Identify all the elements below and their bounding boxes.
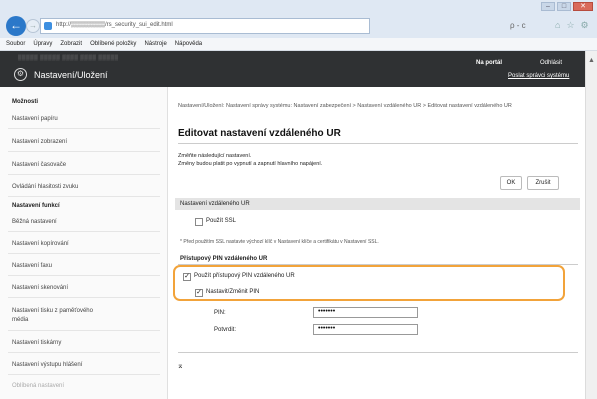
menu-edit[interactable]: Úpravy: [33, 41, 52, 47]
sidebar-item-report[interactable]: Nastavení výstupu hlášení: [0, 362, 168, 368]
breadcrumb: Nastavení/Uložení: Nastavení správy syst…: [178, 103, 512, 109]
set-pin-label: Nastavit/Změnit PIN: [206, 289, 260, 295]
divider: [178, 352, 578, 353]
mail-admin-link[interactable]: Poslat správci systému: [508, 73, 569, 79]
divider: [8, 151, 160, 152]
pin-input[interactable]: •••••••: [313, 307, 418, 318]
cancel-button[interactable]: Zrušit: [527, 176, 559, 190]
settings-icon: ⚙: [14, 68, 27, 81]
instruction-text: Změňte následující nastavení.: [178, 153, 252, 159]
sidebar-item-scan[interactable]: Nastavení skenování: [0, 285, 168, 291]
restart-note: Změny budou platit po vypnutí a zapnutí …: [178, 161, 323, 167]
menu-favorites[interactable]: Oblíbené položky: [90, 41, 136, 47]
home-icon[interactable]: ⌂: [555, 20, 560, 31]
page-title: Editovat nastavení vzdáleného UR: [178, 128, 341, 139]
favicon-icon: [44, 22, 52, 30]
browser-navbar: ← → http://▒▒▒▒▒▒▒▒/rs_security_sui_edit…: [0, 14, 597, 38]
divider: [8, 374, 160, 375]
divider: [8, 297, 160, 298]
sidebar-item-volume[interactable]: Ovládání hlasitosti zvuku: [0, 184, 168, 190]
divider: [8, 128, 160, 129]
menu-help[interactable]: Nápověda: [175, 41, 202, 47]
sidebar-heading-options: Možnosti: [12, 99, 38, 105]
divider: [178, 143, 578, 144]
sidebar: Možnosti Nastavení papíru Nastavení zobr…: [0, 87, 168, 399]
scroll-up-icon[interactable]: ▲: [588, 57, 595, 64]
use-pin-label: Použít přístupový PIN vzdáleného UR: [194, 273, 295, 279]
sidebar-item-copy[interactable]: Nastavení kopírování: [0, 241, 168, 247]
sidebar-item-media-print[interactable]: Nastavení tisku z paměťového média: [0, 307, 110, 325]
maximize-icon[interactable]: □: [557, 2, 571, 11]
address-bar[interactable]: http://▒▒▒▒▒▒▒▒/rs_security_sui_edit.htm…: [40, 18, 370, 34]
sidebar-item-display[interactable]: Nastavení zobrazení: [0, 139, 168, 145]
highlight-outline: [173, 265, 565, 301]
divider: [8, 352, 160, 353]
browser-menubar: Soubor Úpravy Zobrazit Oblíbené položky …: [0, 38, 597, 51]
favorites-star-icon[interactable]: ☆: [566, 20, 574, 31]
confirm-pin-input[interactable]: •••••••: [313, 324, 418, 335]
divider: [8, 253, 160, 254]
confirm-pin-label: Potvrdit:: [214, 327, 237, 333]
sidebar-item-common[interactable]: Běžná nastavení: [0, 219, 168, 225]
close-icon[interactable]: ✕: [573, 2, 593, 11]
menu-file[interactable]: Soubor: [6, 41, 25, 47]
forward-arrow-icon[interactable]: →: [26, 19, 40, 33]
app-header: ▒▒▒▒▒ ▒▒▒▒▒ ▒▒▒▒ ▒▒▒▒ ▒▒▒▒▒ ⚙ Nastavení/…: [0, 51, 585, 87]
divider: [8, 174, 160, 175]
logout-link[interactable]: Odhlásit: [540, 60, 562, 66]
sidebar-item-paper[interactable]: Nastavení papíru: [0, 116, 168, 122]
divider: [8, 196, 160, 197]
back-arrow-icon[interactable]: ←: [6, 16, 26, 36]
menu-tools[interactable]: Nástroje: [144, 41, 166, 47]
sidebar-item-timer[interactable]: Nastavení časovače: [0, 162, 168, 168]
page-section-title: Nastavení/Uložení: [34, 70, 108, 80]
ok-button[interactable]: OK: [500, 176, 522, 190]
address-url: http://▒▒▒▒▒▒▒▒/rs_security_sui_edit.htm…: [56, 22, 173, 28]
sidebar-item-favorites[interactable]: Oblíbená nastavení: [0, 383, 168, 389]
page-scrollbar[interactable]: ▲: [585, 51, 597, 399]
minimize-icon[interactable]: –: [541, 2, 555, 11]
ssl-note: * Před použitím SSL nastavte výchozí klí…: [180, 239, 379, 245]
sidebar-item-fax[interactable]: Nastavení faxu: [0, 263, 168, 269]
use-ssl-checkbox[interactable]: [195, 218, 203, 226]
header-blurred-text: ▒▒▒▒▒ ▒▒▒▒▒ ▒▒▒▒ ▒▒▒▒ ▒▒▒▒▒: [18, 55, 119, 61]
settings-gear-icon[interactable]: ⚙: [581, 20, 589, 31]
use-ssl-label: Použít SSL: [206, 218, 237, 224]
menu-view[interactable]: Zobrazit: [60, 41, 82, 47]
pin-label: PIN:: [214, 310, 226, 316]
divider: [8, 231, 160, 232]
sidebar-item-printer[interactable]: Nastavení tiskárny: [0, 340, 168, 346]
search-refresh-icon[interactable]: ρ - c: [510, 21, 526, 30]
pin-section-heading: Přístupový PIN vzdáleného UR: [180, 256, 268, 262]
window-titlebar: – □ ✕: [0, 0, 597, 14]
divider: [8, 330, 160, 331]
scroll-to-top-icon[interactable]: ⌅: [177, 361, 184, 370]
portal-link[interactable]: Na portál: [476, 60, 502, 66]
window-controls: – □ ✕: [541, 2, 593, 11]
sidebar-heading-functions: Nastavení funkcí: [12, 203, 60, 209]
section-header-remote-ui: Nastavení vzdáleného UR: [175, 198, 580, 210]
set-pin-checkbox[interactable]: ✓: [195, 289, 203, 297]
browser-tools: ⌂ ☆ ⚙: [555, 20, 589, 31]
divider: [8, 275, 160, 276]
use-pin-checkbox[interactable]: ✓: [183, 273, 191, 281]
